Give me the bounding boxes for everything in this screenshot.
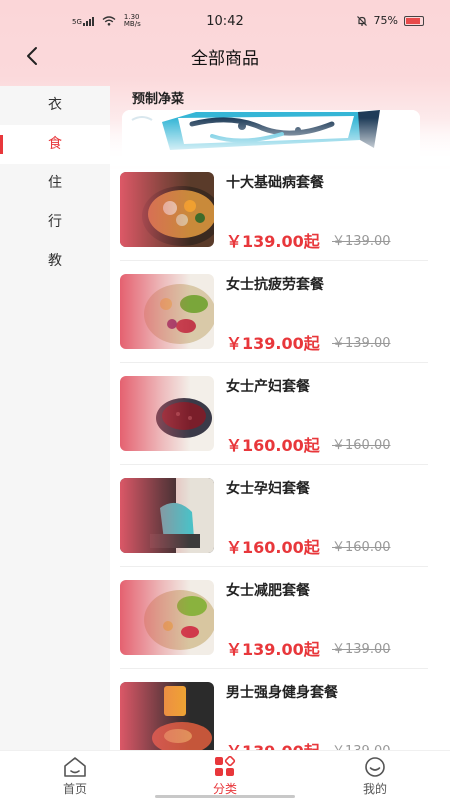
product-original-price: ￥139.00	[332, 740, 391, 750]
mute-bell-icon	[356, 15, 367, 26]
product-item[interactable]: 女士减肥套餐 ￥139.00起 ￥139.00	[110, 580, 450, 682]
product-thumbnail	[120, 580, 214, 655]
section-title: 预制净菜	[132, 92, 185, 107]
page-title: 全部商品	[191, 49, 259, 69]
product-name: 女士减肥套餐	[226, 583, 310, 599]
product-price: ￥160.00起	[226, 538, 320, 557]
banner-fade	[110, 118, 450, 166]
tab-profile[interactable]: 我的	[300, 751, 450, 800]
product-original-price: ￥160.00	[332, 540, 391, 555]
tab-home[interactable]: 首页	[0, 751, 150, 800]
bottom-tab-bar: 首页 分类 我的	[0, 750, 450, 800]
product-name: 女士抗疲劳套餐	[226, 277, 324, 293]
home-indicator	[155, 795, 295, 798]
product-item[interactable]: 女士孕妇套餐 ￥160.00起 ￥160.00	[110, 478, 450, 580]
product-thumbnail	[120, 274, 214, 349]
battery-icon	[404, 15, 424, 26]
product-thumbnail	[120, 376, 214, 451]
divider	[120, 362, 428, 363]
tab-label: 首页	[62, 782, 87, 796]
battery-percent: 75%	[373, 14, 398, 27]
category-sidebar: 衣 食 住 行 教	[0, 86, 110, 750]
divider	[120, 464, 428, 465]
category-icon	[215, 756, 236, 776]
product-original-price: ￥139.00	[332, 336, 391, 351]
product-original-price: ￥139.00	[332, 642, 391, 657]
product-item[interactable]: 女士抗疲劳套餐 ￥139.00起 ￥139.00	[110, 274, 450, 376]
product-price: ￥139.00起	[226, 232, 320, 251]
product-name: 女士孕妇套餐	[226, 481, 310, 497]
product-price: ￥139.00起	[226, 738, 320, 750]
nav-bar: 全部商品	[0, 40, 450, 72]
product-name: 男士强身健身套餐	[226, 685, 338, 701]
divider	[120, 668, 428, 669]
product-price: ￥139.00起	[226, 640, 320, 659]
product-thumbnail	[120, 172, 214, 247]
product-thumbnail	[120, 682, 214, 750]
sidebar-item-travel[interactable]: 行	[0, 203, 110, 242]
product-thumbnail	[120, 478, 214, 553]
product-price: ￥160.00起	[226, 436, 320, 455]
product-original-price: ￥160.00	[332, 438, 391, 453]
product-name: 女士产妇套餐	[226, 379, 310, 395]
sidebar-item-education[interactable]: 教	[0, 242, 110, 281]
divider	[120, 260, 428, 261]
sidebar-item-housing[interactable]: 住	[0, 164, 110, 203]
product-name: 十大基础病套餐	[226, 175, 324, 191]
divider	[120, 566, 428, 567]
tab-label: 我的	[362, 782, 387, 796]
product-item[interactable]: 男士强身健身套餐 ￥139.00起 ￥139.00	[110, 682, 450, 750]
tab-category[interactable]: 分类	[150, 751, 300, 800]
product-price: ￥139.00起	[226, 334, 320, 353]
home-icon	[64, 757, 86, 777]
product-original-price: ￥139.00	[332, 234, 391, 249]
sidebar-item-food[interactable]: 食	[0, 125, 110, 164]
status-bar: 5G 1.30 MB/s 10:42 75%	[0, 0, 450, 44]
sidebar-item-clothing[interactable]: 衣	[0, 86, 110, 125]
product-item[interactable]: 女士产妇套餐 ￥160.00起 ￥160.00	[110, 376, 450, 478]
product-list-area: 预制净菜 十大基础病套餐 ￥139.00起 ￥139.00 女士抗疲劳套餐 ￥1…	[110, 86, 450, 750]
product-item[interactable]: 十大基础病套餐 ￥139.00起 ￥139.00	[110, 172, 450, 274]
status-right: 75%	[356, 14, 424, 27]
profile-icon	[365, 757, 385, 777]
